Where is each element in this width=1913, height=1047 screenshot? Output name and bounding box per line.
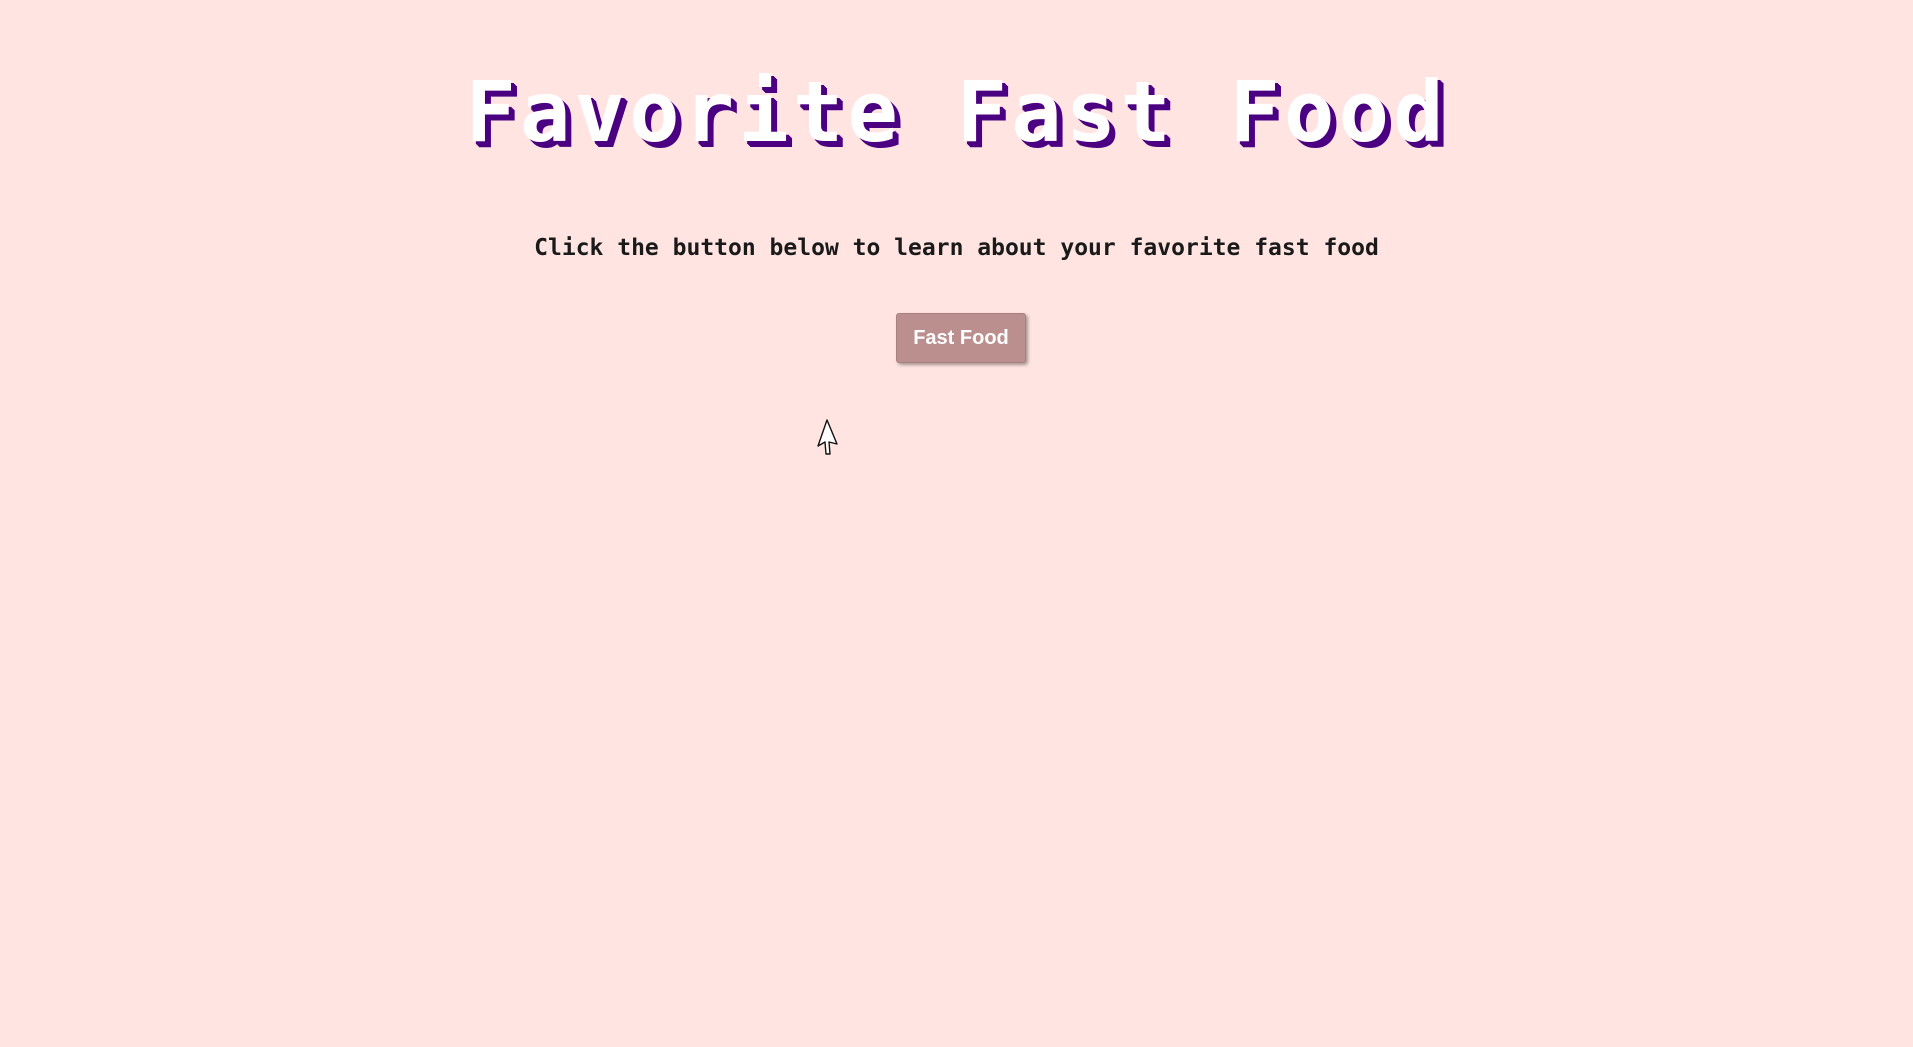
page-subtitle: Click the button below to learn about yo…: [534, 235, 1379, 261]
mouse-pointer-icon: [817, 419, 838, 455]
page-title: Favorite Fast Food: [465, 63, 1448, 161]
fast-food-button[interactable]: Fast Food: [896, 313, 1026, 363]
page: Favorite Fast Food Click the button belo…: [0, 0, 1913, 1047]
